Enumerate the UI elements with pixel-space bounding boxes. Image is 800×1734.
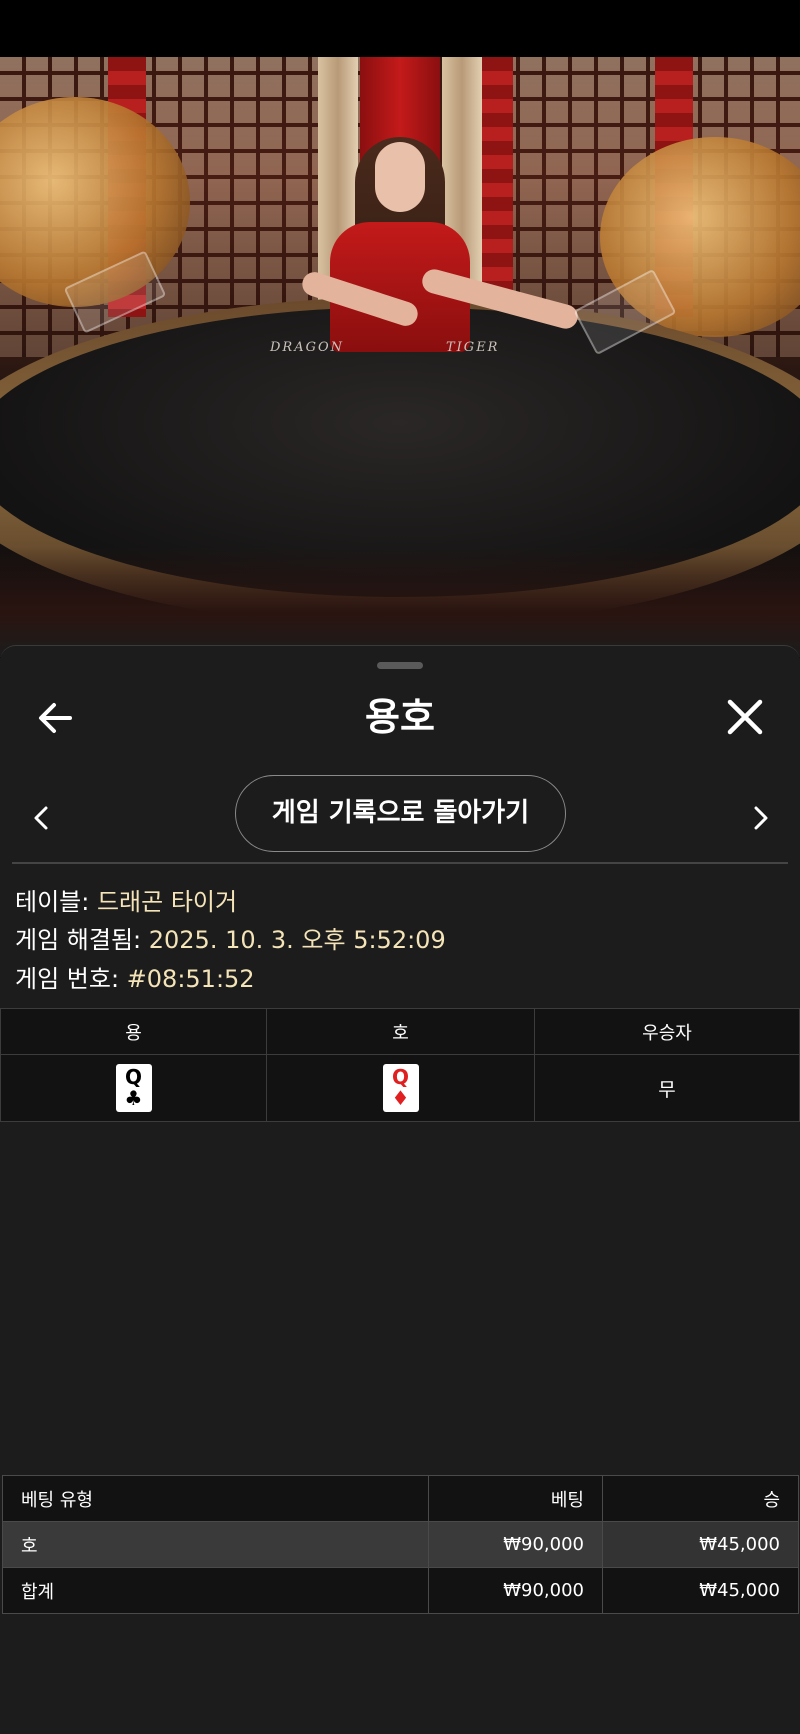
video-fade — [0, 547, 800, 657]
previous-game-button[interactable] — [22, 798, 62, 838]
dealer-face — [375, 142, 425, 212]
total-win-cell: ₩45,000 — [602, 1567, 799, 1614]
table-label-dragon: DRAGON — [270, 340, 345, 355]
tiger-card: Q ♦ — [382, 1064, 419, 1112]
table-label-tiger: TIGER — [446, 340, 500, 355]
round-label: 게임 번호: — [15, 965, 127, 993]
bet-table: 베팅 유형 베팅 승 호 ₩90,000 ₩45,000 합계 ₩90,000 … — [2, 1475, 799, 1614]
dragon-card-cell: Q ♣ — [0, 1054, 267, 1122]
round-info: 게임 번호: #08:51:52 — [15, 959, 255, 994]
next-game-button[interactable] — [740, 798, 780, 838]
tiger-card-cell: Q ♦ — [266, 1054, 535, 1122]
win-amount-cell: ₩45,000 — [602, 1521, 799, 1568]
divider — [12, 862, 788, 864]
chevron-left-icon — [34, 806, 48, 830]
status-bar — [0, 0, 800, 57]
column-header-dragon: 용 — [0, 1008, 267, 1055]
column-header-bet-type: 베팅 유형 — [2, 1475, 429, 1522]
winner-cell: 무 — [534, 1054, 800, 1122]
table-label: 테이블: — [15, 888, 97, 916]
live-video-stream: DRAGON TIGER — [0, 57, 800, 657]
club-suit-icon: ♣ — [124, 1086, 143, 1110]
chevron-right-icon — [754, 806, 768, 830]
table-value: 드래곤 타이거 — [96, 888, 238, 916]
card-rank: Q — [124, 1065, 142, 1089]
drag-handle[interactable] — [377, 662, 423, 669]
card-rank: Q — [391, 1065, 409, 1089]
result-row: Q ♣ Q ♦ 무 — [0, 1054, 800, 1122]
bet-type-cell: 호 — [2, 1521, 429, 1568]
result-table: 용 호 우승자 Q ♣ Q ♦ 무 — [0, 1008, 800, 1122]
bet-amount-cell: ₩90,000 — [428, 1521, 603, 1568]
resolved-label: 게임 해결됨: — [15, 926, 149, 954]
total-label-cell: 합계 — [2, 1567, 429, 1614]
resolved-info: 게임 해결됨: 2025. 10. 3. 오후 5:52:09 — [15, 920, 446, 955]
result-header-row: 용 호 우승자 — [0, 1008, 800, 1055]
dragon-card: Q ♣ — [115, 1064, 152, 1112]
column-header-winner: 우승자 — [534, 1008, 800, 1055]
diamond-suit-icon: ♦ — [391, 1086, 410, 1110]
resolved-value: 2025. 10. 3. 오후 5:52:09 — [148, 926, 446, 954]
column-header-bet: 베팅 — [428, 1475, 603, 1522]
close-button[interactable] — [722, 694, 768, 740]
page-title: 용호 — [365, 695, 435, 739]
total-row: 합계 ₩90,000 ₩45,000 — [2, 1567, 799, 1614]
round-value: #08:51:52 — [126, 965, 255, 993]
column-header-tiger: 호 — [266, 1008, 535, 1055]
total-bet-cell: ₩90,000 — [428, 1567, 603, 1614]
back-to-history-button[interactable]: 게임 기록으로 돌아가기 — [235, 775, 566, 852]
close-icon — [727, 699, 763, 735]
bet-header-row: 베팅 유형 베팅 승 — [2, 1475, 799, 1522]
table-row: 호 ₩90,000 ₩45,000 — [2, 1521, 799, 1568]
table-info: 테이블: 드래곤 타이거 — [15, 882, 237, 917]
column-header-win: 승 — [602, 1475, 799, 1522]
